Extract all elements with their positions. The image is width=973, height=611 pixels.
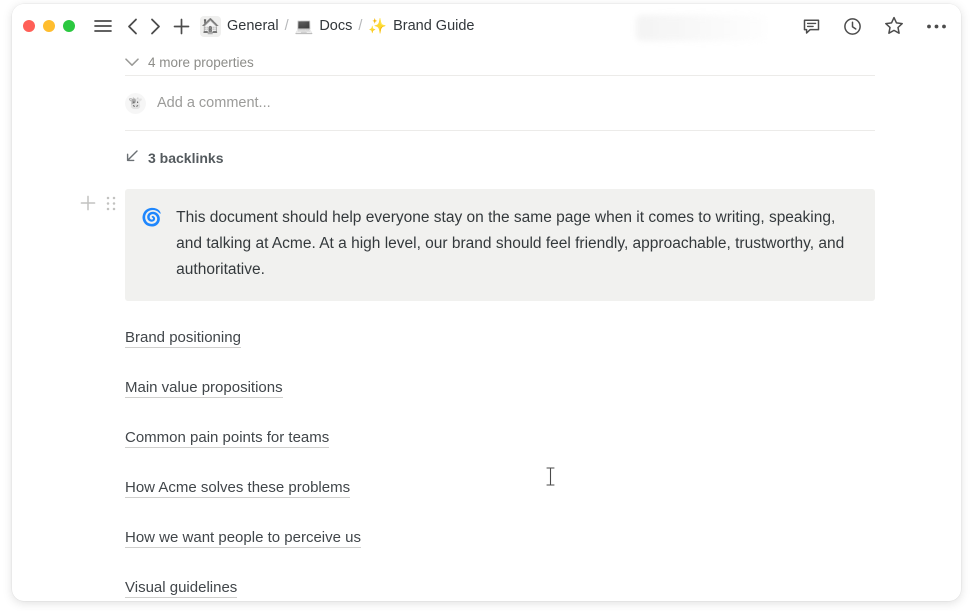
home-icon: 🏠 (201, 17, 220, 35)
title-bar: 🏠 General / 💻 Docs / ✨ Brand Guide (12, 4, 961, 48)
favorite-icon[interactable] (884, 16, 904, 36)
add-comment-row[interactable]: 🐮 Add a comment... (125, 76, 961, 130)
list-item[interactable]: Brand positioning (125, 330, 241, 348)
history-icon[interactable] (843, 17, 862, 36)
breadcrumb-label-docs: Docs (319, 18, 353, 34)
app-window: 🏠 General / 💻 Docs / ✨ Brand Guide 4 mor… (12, 4, 961, 601)
sparkles-icon: ✨ (368, 17, 388, 35)
breadcrumb-label-brand-guide: Brand Guide (393, 18, 475, 34)
page-link-list: Brand positioning Main value proposition… (125, 329, 961, 601)
block-handles (80, 195, 116, 211)
more-properties-toggle[interactable]: 4 more properties (125, 49, 305, 75)
list-item[interactable]: Visual guidelines (125, 580, 238, 598)
add-block-plus-icon[interactable] (80, 195, 96, 211)
more-properties-label: 4 more properties (148, 54, 254, 70)
new-page-plus-icon[interactable] (173, 18, 190, 35)
backlinks-label: 3 backlinks (148, 150, 224, 166)
list-item[interactable]: Common pain points for teams (125, 430, 330, 448)
list-item[interactable]: How we want people to perceive us (125, 530, 361, 548)
navigate-forward-icon[interactable] (150, 18, 161, 35)
callout-block-wrapper: 🌀 This document should help everyone sta… (12, 189, 961, 486)
hamburger-menu-icon[interactable] (94, 19, 112, 33)
close-window-button[interactable] (23, 20, 35, 32)
home-icon-badge: 🏠 (200, 15, 221, 37)
arrow-down-left-icon (125, 149, 139, 168)
minimize-window-button[interactable] (43, 20, 55, 32)
laptop-icon: 💻 (294, 17, 314, 35)
drag-handle-icon[interactable] (106, 196, 116, 211)
backlinks-toggle[interactable]: 3 backlinks (125, 138, 255, 178)
titlebar-ghost-artifact (636, 15, 766, 41)
list-item[interactable]: How Acme solves these problems (125, 480, 351, 498)
divider-below-comment (125, 130, 875, 131)
traffic-light-buttons (23, 20, 75, 32)
breadcrumb-item-brand-guide[interactable]: ✨ Brand Guide (368, 18, 474, 34)
cyclone-icon: 🌀 (141, 208, 163, 227)
document-body: 4 more properties 🐮 Add a comment... 3 b… (12, 49, 961, 601)
toolbar-right-actions (802, 4, 947, 48)
breadcrumb: 🏠 General / 💻 Docs / ✨ Brand Guide (200, 15, 475, 37)
breadcrumb-item-general[interactable]: 🏠 General (200, 15, 279, 37)
navigate-back-icon[interactable] (127, 18, 138, 35)
breadcrumb-separator-1: / (284, 18, 289, 34)
callout-text[interactable]: This document should help everyone stay … (176, 205, 859, 283)
callout-block[interactable]: 🌀 This document should help everyone sta… (125, 189, 875, 301)
chevron-down-icon (125, 55, 139, 70)
breadcrumb-item-docs[interactable]: 💻 Docs (295, 18, 353, 34)
more-options-icon[interactable] (926, 23, 947, 30)
maximize-window-button[interactable] (63, 20, 75, 32)
add-comment-input[interactable]: Add a comment... (157, 95, 271, 111)
breadcrumb-label-general: General (227, 18, 279, 34)
breadcrumb-separator-2: / (358, 18, 363, 34)
list-item[interactable]: Main value propositions (125, 380, 283, 398)
comments-icon[interactable] (802, 17, 821, 36)
avatar: 🐮 (125, 92, 146, 114)
